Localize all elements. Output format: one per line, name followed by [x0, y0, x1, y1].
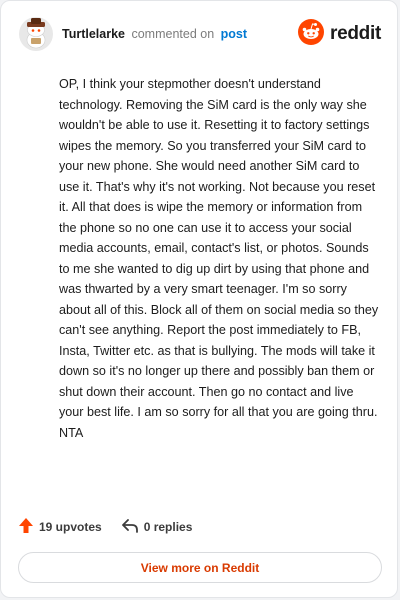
post-link[interactable]: post: [221, 27, 247, 41]
view-more-button[interactable]: View more on Reddit: [18, 552, 382, 583]
reddit-brand[interactable]: reddit: [298, 18, 381, 50]
reddit-wordmark: reddit: [330, 23, 381, 44]
reddit-snoo-icon: [298, 18, 325, 50]
commented-on-text: commented on: [131, 26, 215, 41]
comment-card: Turtlelarke commented on post reddit OP,…: [0, 0, 398, 598]
comment-header: Turtlelarke commented on post reddit: [19, 17, 381, 51]
comment-actions: 19 upvotes 0 replies: [19, 517, 192, 537]
username[interactable]: Turtlelarke: [62, 27, 125, 41]
upvote-count: 19 upvotes: [39, 520, 102, 534]
reply-arrow-icon: [121, 518, 138, 536]
reply-count: 0 replies: [143, 520, 193, 534]
avatar[interactable]: [19, 17, 53, 51]
comment-meta: Turtlelarke commented on post: [62, 28, 247, 41]
upvote-arrow-icon: [19, 518, 33, 536]
reply-button[interactable]: 0 replies: [121, 518, 193, 536]
comment-body: OP, I think your stepmother doesn't unde…: [59, 77, 379, 440]
upvote-button[interactable]: 19 upvotes: [19, 518, 102, 536]
